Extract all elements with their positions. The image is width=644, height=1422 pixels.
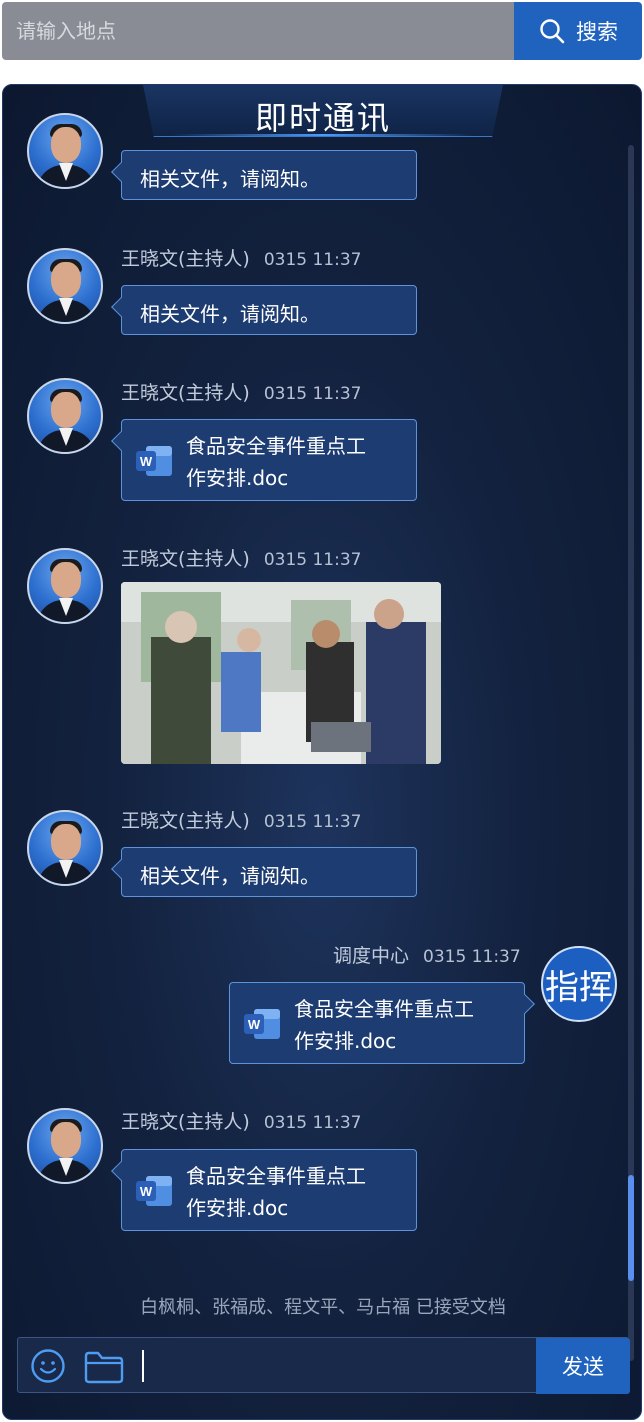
message-time: 0315 11:37 (423, 947, 521, 967)
file-name: 食品安全事件重点工 作安排.doc (294, 997, 474, 1053)
message-time: 0315 11:37 (263, 384, 362, 404)
message-header: 王晓文(主持人) 0315 11:37 (121, 244, 362, 271)
sender-name: 调度中心 (333, 945, 410, 967)
word-doc-icon: W (136, 446, 172, 476)
photo-placeholder (121, 582, 441, 764)
svg-text:W: W (140, 454, 153, 469)
scrollbar-thumb[interactable] (628, 1175, 634, 1281)
file-name: 食品安全事件重点工 作安排.doc (186, 434, 366, 490)
avatar[interactable] (27, 810, 103, 886)
search-input[interactable] (2, 2, 514, 60)
message-time: 0315 11:37 (263, 250, 362, 270)
message-bubble[interactable]: 相关文件，请阅知。 (121, 285, 417, 335)
file-message-bubble[interactable]: W 食品安全事件重点工 作安排.doc (121, 1149, 417, 1231)
sender-name: 王晓文(主持人) (121, 548, 250, 570)
sender-name: 王晓文(主持人) (121, 248, 250, 270)
message-header: 王晓文(主持人) 0315 11:37 (121, 544, 362, 571)
scrollbar[interactable] (628, 145, 634, 1361)
chat-panel: 即时通讯 相关文件，请阅知。 王晓文(主持人) 0315 11:37 相关文件，请… (2, 84, 642, 1420)
svg-text:W: W (248, 1017, 261, 1032)
avatar[interactable] (27, 548, 103, 624)
message-bubble[interactable]: 相关文件，请阅知。 (121, 150, 417, 200)
emoji-icon[interactable] (30, 1348, 66, 1384)
message-text: 相关文件，请阅知。 (140, 302, 320, 326)
word-doc-icon: W (244, 1009, 280, 1039)
message-text: 相关文件，请阅知。 (140, 864, 320, 888)
message-bubble[interactable]: 相关文件，请阅知。 (121, 847, 417, 897)
search-icon (540, 19, 565, 44)
avatar[interactable] (27, 378, 103, 454)
message-header: 王晓文(主持人) 0315 11:37 (121, 806, 362, 833)
search-button[interactable]: 搜索 (514, 2, 642, 60)
avatar[interactable] (27, 113, 103, 189)
text-caret (142, 1350, 144, 1382)
file-name: 食品安全事件重点工 作安排.doc (186, 1164, 366, 1220)
message-header: 调度中心 0315 11:37 (333, 941, 521, 968)
panel-title: 即时通讯 (254, 99, 391, 137)
message-time: 0315 11:37 (263, 1113, 362, 1133)
message-composer: 发送 (17, 1337, 630, 1394)
message-time: 0315 11:37 (263, 550, 362, 570)
sender-name: 王晓文(主持人) (121, 1111, 250, 1133)
file-message-bubble[interactable]: W 食品安全事件重点工 作安排.doc (121, 419, 417, 501)
message-header: 王晓文(主持人) 0315 11:37 (121, 378, 362, 405)
image-message[interactable] (121, 582, 441, 764)
word-doc-icon: W (136, 1176, 172, 1206)
avatar[interactable] (27, 1108, 103, 1184)
search-button-label: 搜索 (576, 20, 618, 44)
sender-name: 王晓文(主持人) (121, 382, 250, 404)
folder-icon[interactable] (84, 1350, 124, 1384)
message-input[interactable] (136, 1342, 532, 1388)
search-bar: 搜索 (0, 0, 644, 62)
message-text: 相关文件，请阅知。 (140, 167, 320, 191)
message-header: 王晓文(主持人) 0315 11:37 (121, 1107, 362, 1134)
sender-name: 王晓文(主持人) (121, 810, 250, 832)
avatar[interactable] (27, 248, 103, 324)
read-receipt-notice: 白枫桐、张福成、程文平、马占福 已接受文档 (140, 1297, 506, 1318)
send-button[interactable]: 发送 (536, 1338, 630, 1394)
file-message-bubble[interactable]: W 食品安全事件重点工 作安排.doc (229, 982, 525, 1064)
message-time: 0315 11:37 (263, 812, 362, 832)
svg-text:W: W (140, 1184, 153, 1199)
dispatch-center-avatar[interactable]: 指挥 (541, 946, 617, 1022)
